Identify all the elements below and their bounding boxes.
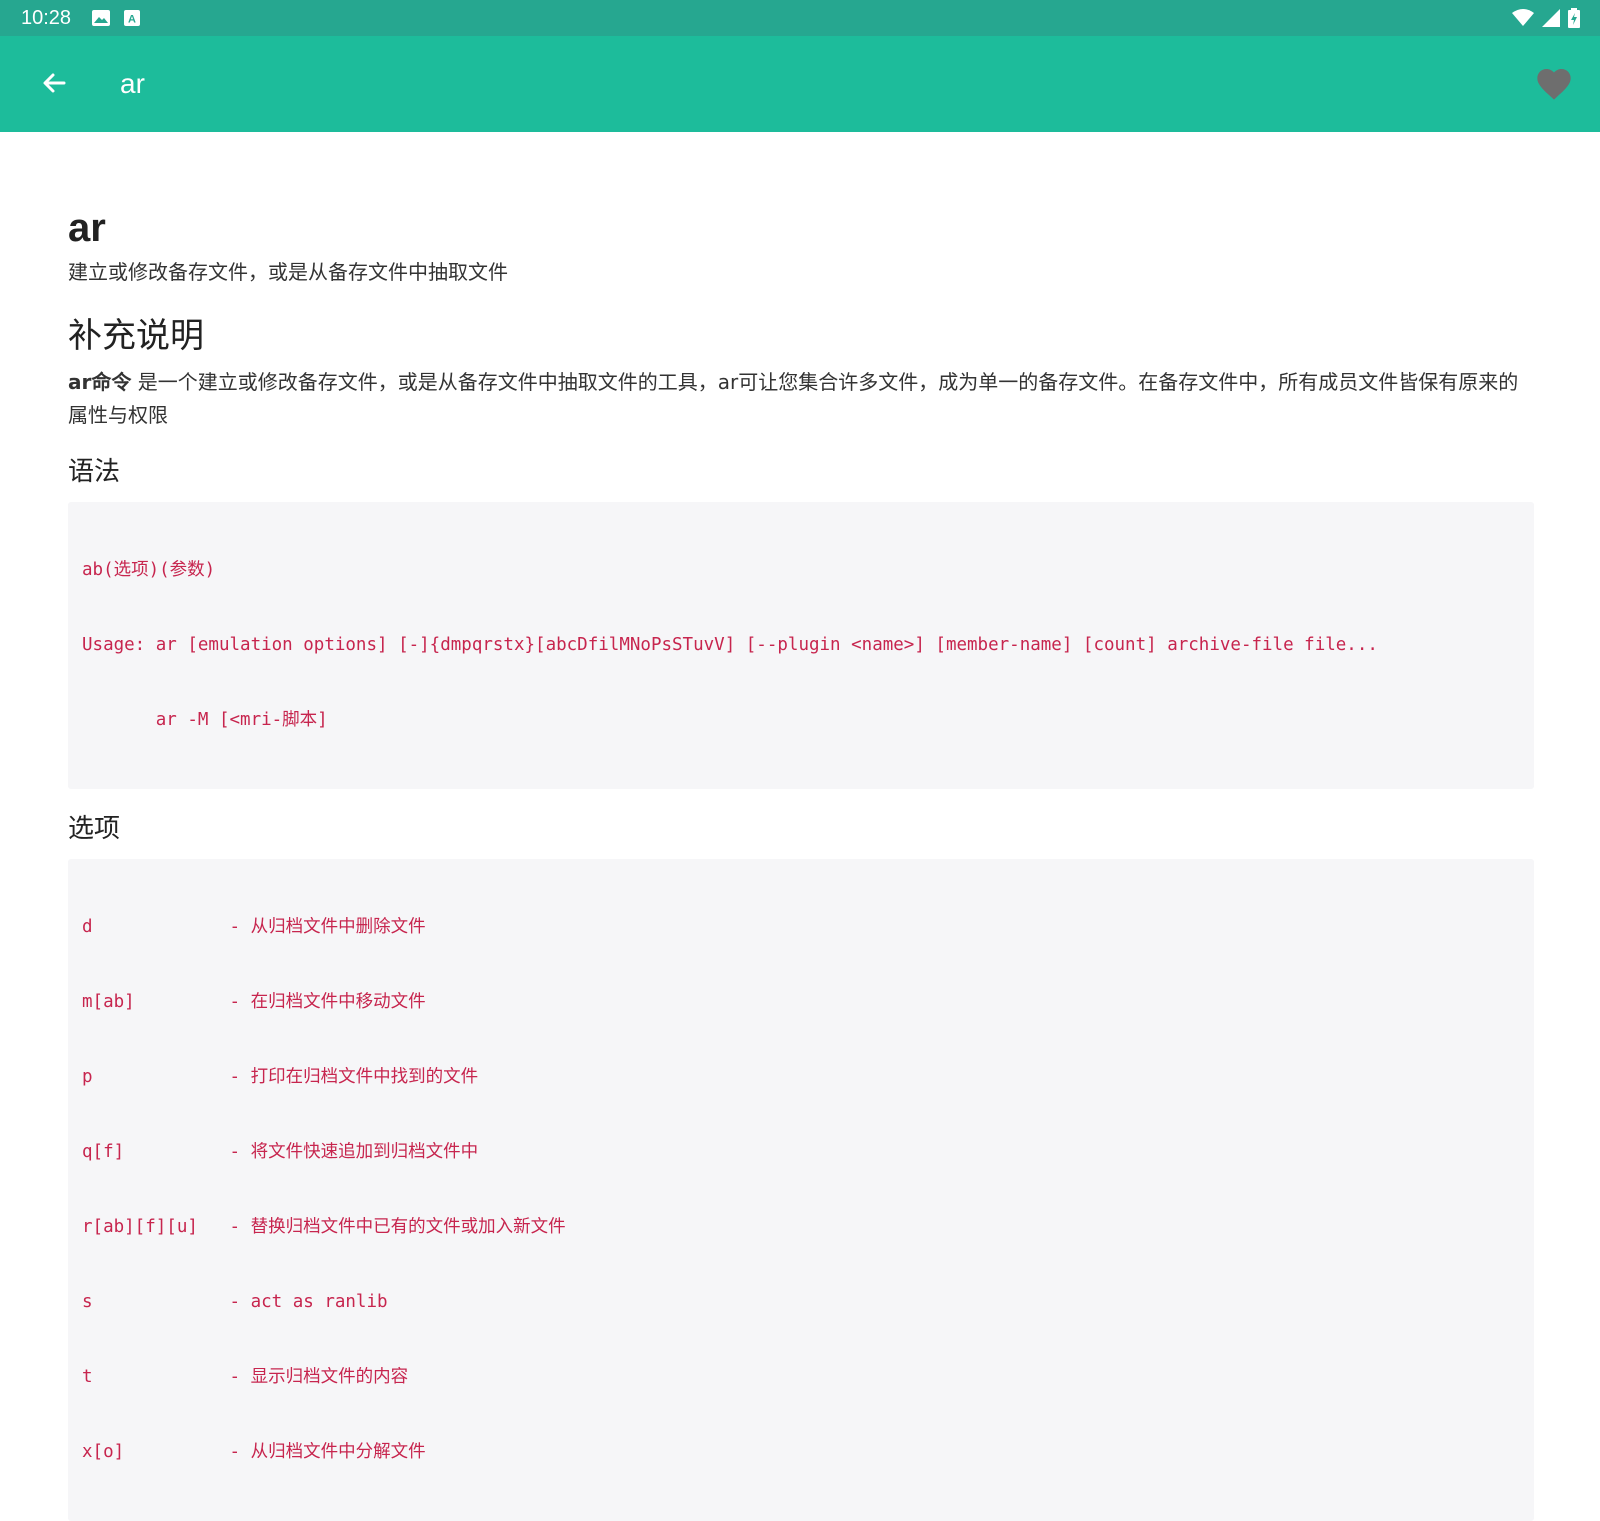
option-line: q[f] - 将文件快速追加到归档文件中 <box>82 1142 479 1162</box>
option-line: d - 从归档文件中删除文件 <box>82 917 426 937</box>
syntax-line: ar -M [<mri-脚本] <box>82 710 328 730</box>
syntax-line: ab(选项)(参数) <box>82 560 216 580</box>
signal-icon <box>1542 9 1560 31</box>
doc-subtitle: 建立或修改备存文件，或是从备存文件中抽取文件 <box>68 260 508 284</box>
wifi-icon <box>1512 9 1534 31</box>
heart-icon <box>1537 69 1571 100</box>
syntax-code-block: ab(选项)(参数) Usage: ar [emulation options]… <box>68 502 1534 789</box>
text-icon: A <box>124 10 140 30</box>
section-heading-syntax: 语法 <box>68 457 121 487</box>
status-right-icons <box>1512 8 1580 32</box>
doc-title: ar <box>68 206 106 250</box>
back-button[interactable] <box>36 66 72 102</box>
option-line: s - act as ranlib <box>82 1292 388 1312</box>
svg-text:A: A <box>128 14 136 26</box>
app-title: ar <box>120 68 145 99</box>
favorite-button[interactable] <box>1534 64 1574 104</box>
app-bar: ar <box>0 36 1600 132</box>
doc-content: ar 建立或修改备存文件，或是从备存文件中抽取文件 补充说明 ar命令 是一个建… <box>68 132 1534 1521</box>
image-icon <box>92 10 110 30</box>
status-left-icons: A <box>92 10 140 30</box>
option-line: m[ab] - 在归档文件中移动文件 <box>82 992 426 1012</box>
options-code-block: d - 从归档文件中删除文件 m[ab] - 在归档文件中移动文件 p - 打印… <box>68 859 1534 1521</box>
syntax-line: Usage: ar [emulation options] [-]{dmpqrs… <box>82 635 1378 655</box>
option-line: p - 打印在归档文件中找到的文件 <box>82 1067 479 1087</box>
description-paragraph: ar命令 是一个建立或修改备存文件，或是从备存文件中抽取文件的工具，ar可让您集… <box>68 366 1534 432</box>
description-bold: ar命令 <box>68 370 132 394</box>
description-text: 是一个建立或修改备存文件，或是从备存文件中抽取文件的工具，ar可让您集合许多文件… <box>68 370 1519 427</box>
section-heading-options: 选项 <box>68 814 121 844</box>
status-time: 10:28 <box>21 7 72 29</box>
section-heading-more: 补充说明 <box>68 316 204 356</box>
option-line: r[ab][f][u] - 替换归档文件中已有的文件或加入新文件 <box>82 1217 566 1237</box>
option-line: t - 显示归档文件的内容 <box>82 1367 409 1387</box>
battery-icon <box>1568 8 1580 32</box>
arrow-back-icon <box>43 73 66 93</box>
status-bar: 10:28 A <box>0 0 1600 36</box>
option-line: x[o] - 从归档文件中分解文件 <box>82 1442 426 1462</box>
